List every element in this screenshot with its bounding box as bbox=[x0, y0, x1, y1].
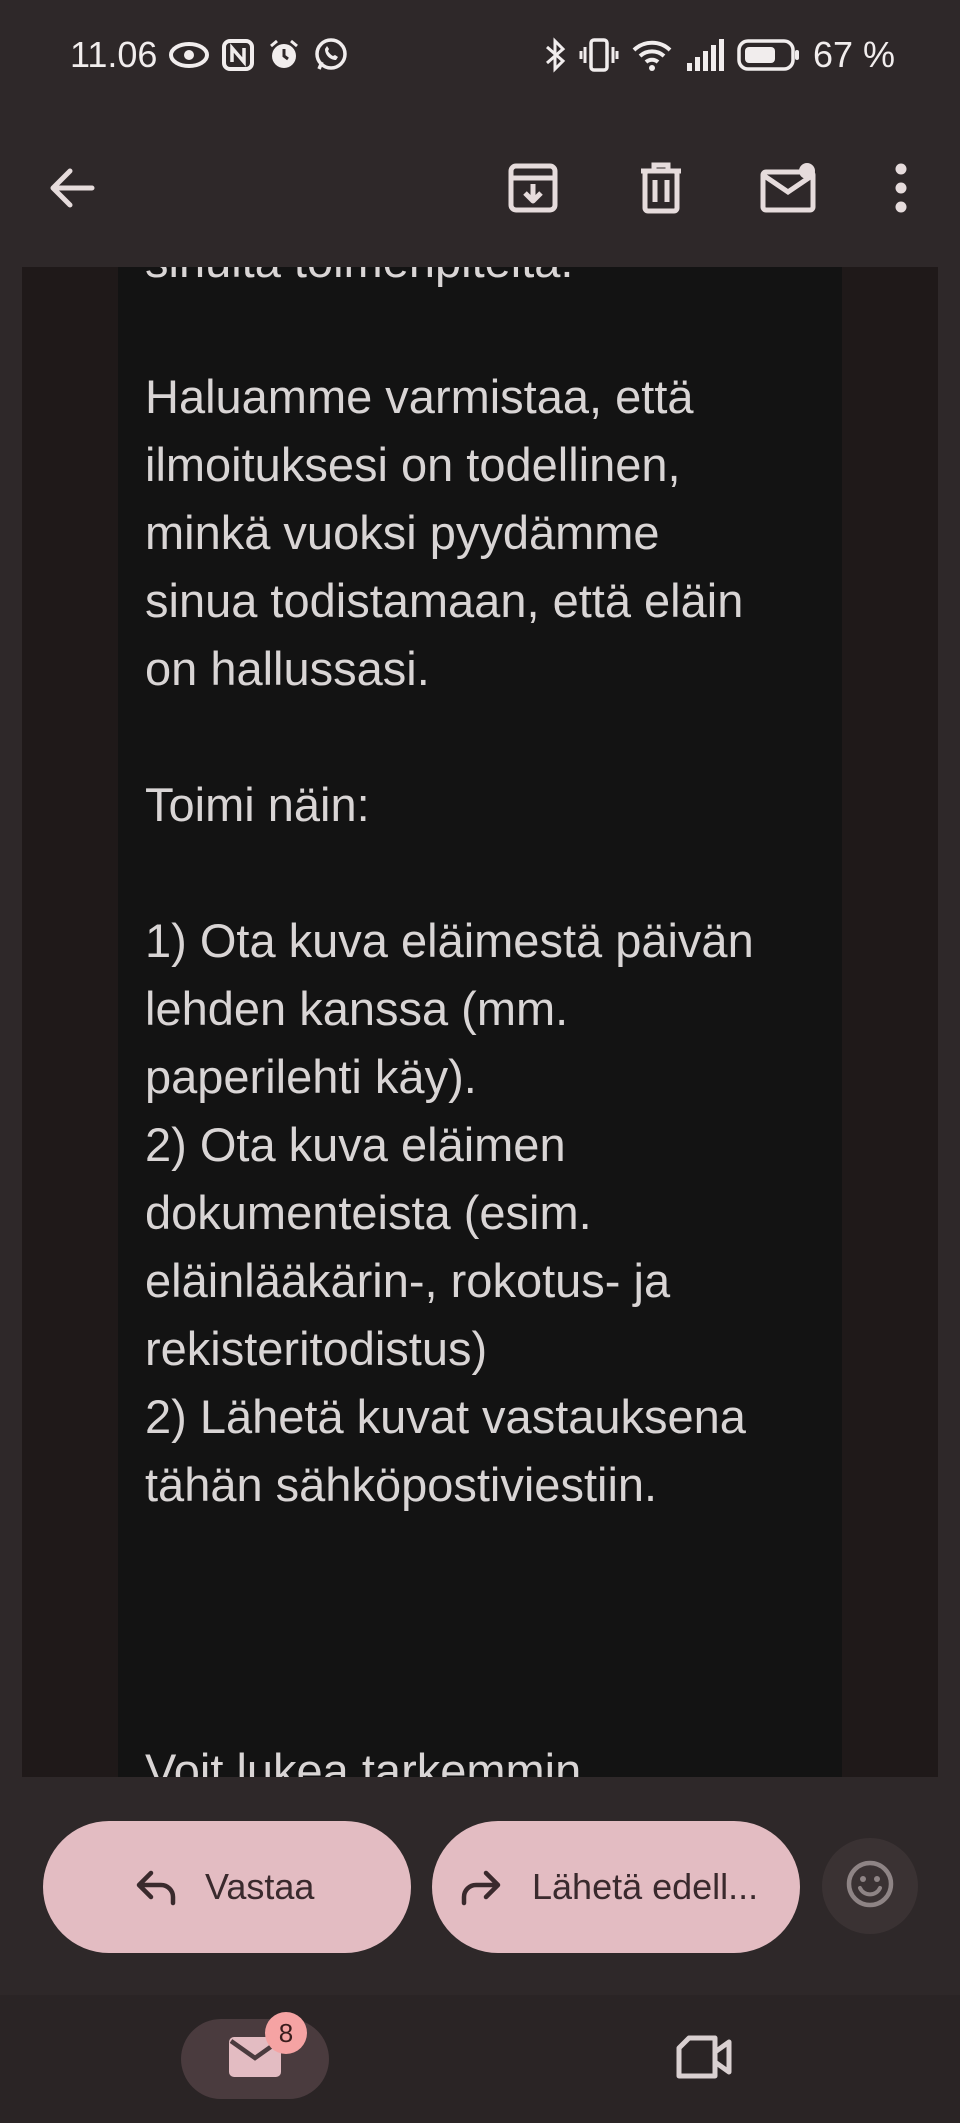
clock: 11.06 bbox=[70, 34, 158, 75]
signal-icon bbox=[685, 39, 725, 71]
email-line: sinua todistamaan, että eläin bbox=[145, 574, 744, 627]
whatsapp-icon bbox=[313, 37, 349, 73]
mark-unread-button[interactable] bbox=[749, 150, 829, 230]
delete-button[interactable] bbox=[621, 150, 701, 230]
email-toolbar bbox=[0, 110, 960, 267]
arrow-back-icon bbox=[46, 162, 98, 219]
action-row: Vastaa Lähetä edell... bbox=[0, 1777, 960, 1995]
email-body-footer: Voit lukea tarkemmin bbox=[145, 1744, 582, 1777]
email-line: paperilehti käy). bbox=[145, 1050, 477, 1103]
email-line: rekisteritodistus) bbox=[145, 1322, 488, 1375]
email-blank-line bbox=[145, 703, 835, 771]
video-icon bbox=[675, 2034, 735, 2085]
status-bar: 11.06 67 % bbox=[0, 0, 960, 110]
emoji-reaction-button[interactable] bbox=[822, 1838, 918, 1934]
vibrate-icon bbox=[579, 37, 619, 73]
email-body: sinulta toimenpiteitä. Haluamme varmistaa… bbox=[118, 267, 842, 1777]
nav-meet-tab[interactable] bbox=[670, 2027, 740, 2091]
battery-level: 67 % bbox=[812, 34, 895, 75]
email-line: Haluamme varmistaa, että bbox=[145, 370, 694, 423]
back-button[interactable] bbox=[32, 150, 112, 230]
eye-icon bbox=[169, 40, 210, 70]
forward-button[interactable]: Lähetä edell... bbox=[432, 1821, 800, 1953]
bottom-navigation: 8 bbox=[0, 1995, 960, 2123]
emoji-icon bbox=[844, 1858, 896, 1915]
email-line: tähän sähköpostiviestiin. bbox=[145, 1458, 658, 1511]
email-line: sinulta toimenpiteitä. bbox=[145, 267, 835, 295]
email-content-area[interactable]: sinulta toimenpiteitä. Haluamme varmistaa… bbox=[22, 267, 938, 1777]
archive-icon bbox=[506, 161, 560, 220]
email-line: on hallussasi. bbox=[145, 642, 430, 695]
more-vert-icon bbox=[893, 163, 909, 218]
email-line: dokumenteista (esim. bbox=[145, 1186, 592, 1239]
email-blank-line bbox=[145, 295, 835, 363]
alarm-icon bbox=[267, 38, 301, 72]
reply-label: Vastaa bbox=[205, 1866, 315, 1907]
email-line: 1) Ota kuva eläimestä päivän bbox=[145, 914, 754, 967]
trash-icon bbox=[637, 161, 685, 220]
email-line: Toimi näin: bbox=[145, 778, 370, 831]
mail-unread-icon bbox=[759, 162, 819, 219]
bluetooth-icon bbox=[543, 37, 567, 73]
reply-icon bbox=[135, 1867, 177, 1916]
email-line: eläinlääkärin-, rokotus- ja bbox=[145, 1254, 671, 1307]
more-options-button[interactable] bbox=[861, 150, 941, 230]
email-line: lehden kanssa (mm. bbox=[145, 982, 569, 1035]
email-blank-line bbox=[145, 839, 835, 907]
battery-icon bbox=[737, 38, 801, 72]
status-left: 11.06 bbox=[70, 34, 349, 76]
email-line: ilmoituksesi on todellinen, bbox=[145, 438, 681, 491]
status-right: 67 % bbox=[543, 34, 895, 76]
email-line: 2) Ota kuva eläimen bbox=[145, 1118, 566, 1171]
reply-button[interactable]: Vastaa bbox=[43, 1821, 411, 1953]
nfc-icon bbox=[221, 38, 255, 72]
archive-button[interactable] bbox=[493, 150, 573, 230]
mail-unread-badge: 8 bbox=[265, 2012, 307, 2054]
email-line: minkä vuoksi pyydämme bbox=[145, 506, 660, 559]
forward-label: Lähetä edell... bbox=[532, 1866, 759, 1907]
email-line: 2) Lähetä kuvat vastauksena bbox=[145, 1390, 746, 1443]
email-body-text: sinulta toimenpiteitä. Haluamme varmistaa… bbox=[145, 267, 835, 1519]
forward-icon bbox=[460, 1867, 502, 1916]
wifi-icon bbox=[631, 38, 673, 72]
